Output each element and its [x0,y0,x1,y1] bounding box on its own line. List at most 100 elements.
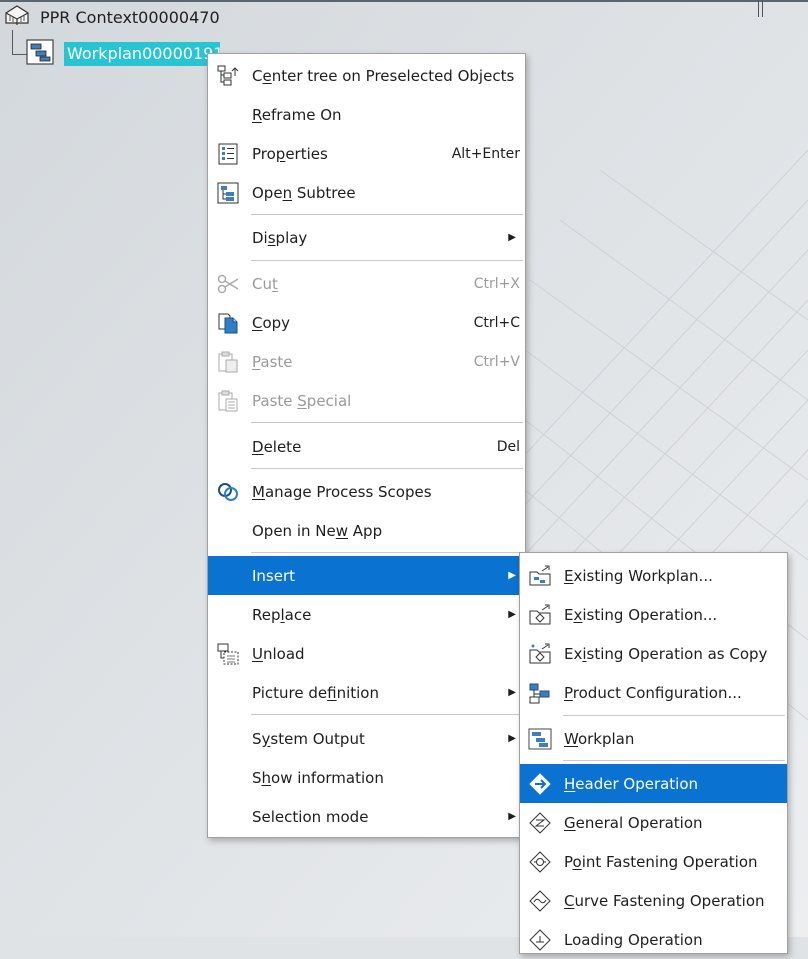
menu-item-delete[interactable]: Delete Del [208,427,525,466]
menu-item-selection-mode[interactable]: Selection mode ▶ [208,797,525,836]
process-scopes-icon [216,480,240,504]
menu-item-label: Replace [252,605,312,624]
context-menu: Center tree on Preselected Objects Refra… [207,53,526,838]
splitter-handle[interactable] [758,0,763,17]
submenu-arrow-icon: ▶ [508,733,516,744]
menu-item-label: Delete [252,437,302,456]
submenu-item-label: Workplan [564,729,635,748]
submenu-item-product-configuration[interactable]: Product Configuration... [520,673,787,712]
submenu-item-label: Existing Operation as Copy [564,644,768,663]
menu-item-label: Manage Process Scopes [252,482,432,501]
menu-separator [251,714,523,715]
menu-item-label: Paste Special [252,391,352,410]
paste-icon [216,350,240,374]
menu-separator [251,468,523,469]
submenu-item-point-fastening-operation[interactable]: Point Fastening Operation [520,842,787,881]
submenu-item-label: Existing Operation... [564,605,718,624]
menu-item-display[interactable]: Display ▶ [208,218,525,257]
submenu-item-general-operation[interactable]: General Operation [520,803,787,842]
operation-copy-icon [528,642,552,666]
workplan-label-selected[interactable]: Workplan00000191 [64,42,220,66]
submenu-item-existing-operation-copy[interactable]: Existing Operation as Copy [520,634,787,673]
menu-item-label: Reframe On [252,105,342,124]
curve-fastening-icon [528,889,552,913]
menu-item-label: Open Subtree [252,183,356,202]
tree-connector [12,30,27,55]
menu-item-copy[interactable]: Copy Ctrl+C [208,303,525,342]
properties-icon [216,142,240,166]
menu-item-label: System Output [252,729,365,748]
submenu-item-workplan[interactable]: Workplan [520,719,787,758]
menu-item-label: Cut [252,274,278,293]
point-fastening-icon [528,850,552,874]
menu-item-manage-process-scopes[interactable]: Manage Process Scopes [208,472,525,511]
submenu-item-label: Product Configuration... [564,683,742,702]
submenu-item-label: Loading Operation [564,930,703,949]
menu-separator [251,552,523,553]
window-top-border [0,0,808,2]
loading-operation-icon [528,928,552,952]
menu-item-label: Show information [252,768,384,787]
product-configuration-icon [528,681,552,705]
submenu-item-label: Existing Workplan... [564,566,713,585]
submenu-item-label: Header Operation [564,774,699,793]
submenu-item-label: Point Fastening Operation [564,852,758,871]
center-tree-icon [216,64,240,88]
submenu-item-header-operation[interactable]: Header Operation [520,764,787,803]
unload-icon [216,642,240,666]
menu-item-paste[interactable]: Paste Ctrl+V [208,342,525,381]
tree-node-ppr-context[interactable]: PPR Context00000470 [3,4,220,30]
menu-item-label: Insert [252,566,296,585]
menu-item-center-tree[interactable]: Center tree on Preselected Objects [208,56,525,95]
copy-icon [216,311,240,335]
menu-item-open-in-new-app[interactable]: Open in New App [208,511,525,550]
submenu-arrow-icon: ▶ [508,687,516,698]
submenu-item-curve-fastening-operation[interactable]: Curve Fastening Operation [520,881,787,920]
menu-item-replace[interactable]: Replace ▶ [208,595,525,634]
header-operation-icon [528,772,552,796]
menu-item-picture-definition[interactable]: Picture definition ▶ [208,673,525,712]
tree-node-workplan[interactable]: Workplan00000191 [26,39,220,69]
menu-item-reframe-on[interactable]: Reframe On [208,95,525,134]
menu-item-open-subtree[interactable]: Open Subtree [208,173,525,212]
menu-item-label: Properties [252,144,328,163]
submenu-separator [563,715,785,716]
menu-item-label: Display [252,228,308,247]
menu-item-label: Center tree on Preselected Objects [252,66,515,85]
submenu-arrow-icon: ▶ [508,609,516,620]
existing-workplan-icon [528,564,552,588]
submenu-item-existing-operation[interactable]: Existing Operation... [520,595,787,634]
open-subtree-icon [216,181,240,205]
menu-separator [251,260,523,261]
workplan-icon [26,39,54,69]
submenu-arrow-icon: ▶ [508,570,516,581]
menu-item-label: Paste [252,352,293,371]
submenu-item-loading-operation[interactable]: Loading Operation [520,920,787,959]
general-operation-icon [528,811,552,835]
menu-item-show-information[interactable]: Show information [208,758,525,797]
submenu-item-label: Curve Fastening Operation [564,891,765,910]
menu-item-paste-special[interactable]: Paste Special [208,381,525,420]
menu-item-properties[interactable]: Properties Alt+Enter [208,134,525,173]
insert-submenu: Existing Workplan... Existing Operation.… [519,552,788,954]
scissors-icon [216,272,240,296]
menu-item-label: Open in New App [252,521,383,540]
menu-item-shortcut: Ctrl+C [473,314,520,331]
menu-item-shortcut: Ctrl+X [473,275,520,292]
menu-item-shortcut: Ctrl+V [473,353,520,370]
menu-item-shortcut: Del [496,438,520,455]
menu-item-cut[interactable]: Cut Ctrl+X [208,264,525,303]
menu-item-system-output[interactable]: System Output ▶ [208,719,525,758]
submenu-arrow-icon: ▶ [508,232,516,243]
submenu-arrow-icon: ▶ [508,811,516,822]
menu-item-label: Selection mode [252,807,369,826]
ppr-context-label: PPR Context00000470 [40,7,220,27]
menu-item-label: Unload [252,644,305,663]
submenu-item-existing-workplan[interactable]: Existing Workplan... [520,556,787,595]
menu-item-insert[interactable]: Insert ▶ [208,556,525,595]
menu-item-unload[interactable]: Unload [208,634,525,673]
ppr-context-icon [3,3,31,31]
menu-item-label: Copy [252,313,291,332]
paste-special-icon [216,389,240,413]
workplan-icon [528,727,552,751]
